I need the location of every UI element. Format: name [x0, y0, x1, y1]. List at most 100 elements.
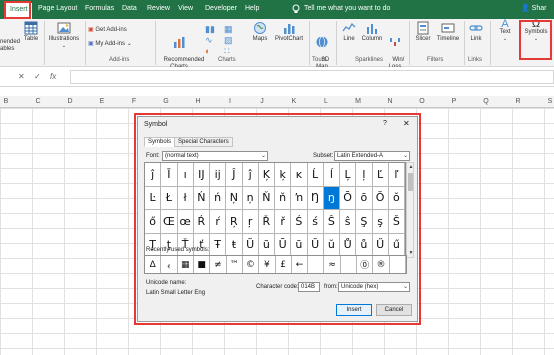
symbol-cell[interactable]: ŕ: [210, 210, 227, 234]
column-header[interactable]: I: [218, 98, 242, 105]
symbol-cell[interactable]: ũ: [258, 233, 275, 257]
formula-input[interactable]: [70, 70, 554, 84]
symbol-cell[interactable]: ŭ: [323, 233, 340, 257]
symbol-cell[interactable]: ű: [388, 233, 405, 257]
symbol-cell[interactable]: Ł: [161, 186, 178, 210]
symbol-cell[interactable]: Ň: [258, 186, 275, 210]
recent-symbol-cell[interactable]: ¥: [259, 256, 276, 273]
recent-symbol-cell[interactable]: ⓪: [357, 256, 374, 273]
recent-symbol-cell[interactable]: Δ: [145, 256, 162, 273]
tab-special-characters[interactable]: Special Characters: [174, 137, 233, 147]
chevron-up-icon[interactable]: ▲: [407, 164, 415, 170]
hierarchy-chart-icon[interactable]: ▦: [224, 24, 233, 35]
symbol-cell[interactable]: Ŀ: [145, 186, 162, 210]
symbol-cell[interactable]: Ķ: [258, 163, 275, 187]
my-addins-button[interactable]: ▣ My Add-ins ⌄: [88, 40, 132, 47]
symbol-cell[interactable]: ň: [275, 186, 292, 210]
symbol-cell[interactable]: ĵ: [145, 163, 162, 187]
symbol-cell[interactable]: ś: [307, 210, 324, 234]
table-button[interactable]: Table: [20, 21, 42, 43]
symbol-cell[interactable]: Ņ: [226, 186, 243, 210]
column-header[interactable]: R: [506, 98, 530, 105]
column-header[interactable]: B: [0, 98, 18, 105]
sparkline-line-button[interactable]: Line: [339, 21, 359, 43]
get-addins-button[interactable]: ▣ Get Add-ins: [88, 26, 127, 33]
chevron-down-icon[interactable]: ▼: [407, 250, 415, 256]
link-button[interactable]: Link: [466, 21, 486, 43]
column-chart-icon[interactable]: ▮▮: [205, 24, 215, 35]
column-header[interactable]: E: [90, 98, 114, 105]
symbol-cell[interactable]: Ŕ: [193, 210, 210, 234]
tab-symbols[interactable]: Symbols: [144, 137, 176, 147]
recent-symbol-cell[interactable]: [390, 256, 406, 273]
insert-function-button[interactable]: fx: [50, 72, 56, 81]
symbol-cell[interactable]: Œ: [161, 210, 178, 234]
symbol-cell[interactable]: ĸ: [291, 163, 308, 187]
character-code-input[interactable]: 014B: [298, 282, 320, 292]
symbol-cell[interactable]: ĺ: [323, 163, 340, 187]
recent-symbol-cell[interactable]: ■: [194, 256, 211, 273]
recent-symbol-cell[interactable]: ﯾ: [161, 256, 178, 273]
from-select[interactable]: Unicode (hex) ⌄: [338, 282, 410, 292]
column-header[interactable]: H: [186, 98, 210, 105]
tab-developer[interactable]: Developer: [205, 5, 237, 12]
pie-chart-icon[interactable]: ◐: [205, 46, 210, 56]
recent-symbol-cell[interactable]: ®: [373, 256, 390, 273]
symbol-cell[interactable]: Ś: [291, 210, 308, 234]
sparkline-column-button[interactable]: Column: [360, 21, 384, 43]
symbol-cell[interactable]: Ĺ: [307, 163, 324, 187]
tab-help[interactable]: Help: [245, 5, 259, 12]
symbol-cell[interactable]: ı: [177, 163, 194, 187]
column-header[interactable]: J: [250, 98, 274, 105]
symbol-cell[interactable]: ņ: [242, 186, 259, 210]
symbol-cell[interactable]: ł: [177, 186, 194, 210]
recent-symbol-cell[interactable]: ←: [292, 256, 309, 273]
scatter-chart-icon[interactable]: ∷: [224, 46, 230, 57]
column-header[interactable]: N: [378, 98, 402, 105]
symbol-cell[interactable]: Ŗ: [226, 210, 243, 234]
symbol-cell[interactable]: ů: [356, 233, 373, 257]
tab-review[interactable]: Review: [147, 5, 170, 12]
column-header[interactable]: M: [346, 98, 370, 105]
symbol-cell[interactable]: ķ: [275, 163, 292, 187]
symbol-cell[interactable]: Ů: [340, 233, 357, 257]
symbol-cell[interactable]: ŗ: [242, 210, 259, 234]
insert-button[interactable]: Insert: [336, 304, 372, 316]
symbol-cell[interactable]: ŏ: [388, 186, 405, 210]
symbol-cell[interactable]: Ř: [258, 210, 275, 234]
column-header[interactable]: K: [282, 98, 306, 105]
recommended-pivottables-button[interactable]: nended ables: [0, 39, 20, 53]
subset-select[interactable]: Latin Extended-A ⌄: [334, 151, 410, 161]
recent-symbol-cell[interactable]: [341, 256, 358, 273]
line-chart-icon[interactable]: ∿: [205, 35, 213, 46]
symbol-cell[interactable]: Ŝ: [323, 210, 340, 234]
symbol-cell[interactable]: Ĳ: [193, 163, 210, 187]
column-header[interactable]: G: [154, 98, 178, 105]
symbol-cell[interactable]: ū: [291, 233, 308, 257]
symbol-cell[interactable]: ţ: [161, 233, 178, 257]
recent-symbol-cell[interactable]: ≠: [210, 256, 227, 273]
statistic-chart-icon[interactable]: ▧: [224, 35, 233, 46]
symbol-cell[interactable]: ť: [193, 233, 210, 257]
symbol-cell[interactable]: ń: [210, 186, 227, 210]
tab-formulas[interactable]: Formulas: [85, 5, 114, 12]
column-header[interactable]: C: [26, 98, 50, 105]
symbol-cell[interactable]: Š: [388, 210, 405, 234]
column-header[interactable]: D: [58, 98, 82, 105]
cancel-entry-icon[interactable]: ✕: [18, 72, 25, 81]
symbol-cell[interactable]: ľ: [388, 163, 405, 187]
tab-data[interactable]: Data: [122, 5, 137, 12]
recent-symbol-cell[interactable]: ▦: [178, 256, 194, 273]
recent-symbol-cell[interactable]: [308, 256, 325, 273]
text-button[interactable]: A Text ⌄: [494, 19, 516, 43]
symbol-cell[interactable]: Ī: [161, 163, 178, 187]
symbol-cell[interactable]: Ş: [356, 210, 373, 234]
help-button[interactable]: ?: [383, 120, 387, 127]
tab-view[interactable]: View: [178, 5, 193, 12]
column-header[interactable]: F: [122, 98, 146, 105]
symbol-cell[interactable]: ĵ: [242, 163, 259, 187]
symbol-cell[interactable]: Ť: [177, 233, 194, 257]
recent-symbol-cell[interactable]: ™: [227, 256, 243, 273]
symbol-cell-selected[interactable]: ŋ: [323, 186, 340, 210]
column-header[interactable]: O: [410, 98, 434, 105]
